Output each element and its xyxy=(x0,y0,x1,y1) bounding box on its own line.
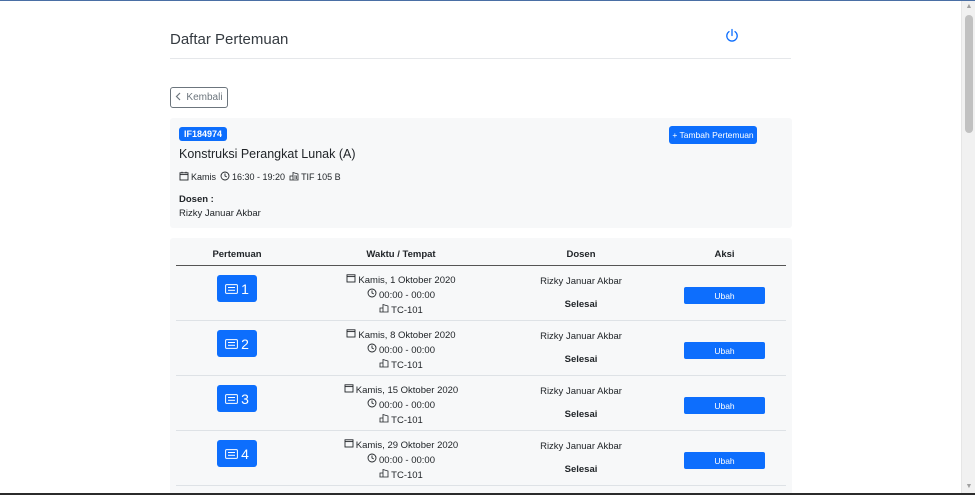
scrollbar-thumb[interactable] xyxy=(965,15,973,133)
meeting-room: TC-101 xyxy=(391,359,423,371)
scroll-down-arrow-icon[interactable]: ▼ xyxy=(965,483,973,491)
edit-button[interactable]: Ubah xyxy=(684,452,765,469)
building-icon xyxy=(379,358,389,373)
page-header: Daftar Pertemuan xyxy=(170,23,791,59)
meeting-lecturer: Rizky Januar Akbar xyxy=(540,276,622,287)
back-button[interactable]: Kembali xyxy=(170,87,228,108)
meeting-date: Kamis, 29 Oktober 2020 xyxy=(355,439,459,451)
edit-button[interactable]: Ubah xyxy=(684,397,765,414)
meeting-status: Selesai xyxy=(564,354,598,365)
building-icon xyxy=(289,171,299,183)
meeting-date: Kamis, 8 Oktober 2020 xyxy=(358,329,456,341)
column-header-time-place: Waktu / Tempat xyxy=(366,249,436,260)
lecturer-name: Rizky Januar Akbar xyxy=(179,208,261,219)
edit-button[interactable]: Ubah xyxy=(684,342,765,359)
column-header-action: Aksi xyxy=(714,249,735,260)
column-header-meeting: Pertemuan xyxy=(212,249,262,260)
back-button-label: Kembali xyxy=(186,92,223,103)
meeting-room: TC-101 xyxy=(391,414,423,426)
table-row: 1 Kamis, 1 Oktober 2020 00:00 - 00:00 TC… xyxy=(176,266,786,321)
table-row: 4 Kamis, 29 Oktober 2020 00:00 - 00:00 T… xyxy=(176,431,786,486)
meeting-lecturer: Rizky Januar Akbar xyxy=(540,331,622,342)
meeting-time: 00:00 - 00:00 xyxy=(379,344,435,356)
meeting-lecturer: Rizky Januar Akbar xyxy=(540,386,622,397)
clock-icon xyxy=(220,171,230,183)
meeting-button[interactable]: 1 xyxy=(217,275,257,302)
meeting-number: 3 xyxy=(241,390,249,407)
page-title: Daftar Pertemuan xyxy=(170,31,289,48)
meeting-button[interactable]: 2 xyxy=(217,330,257,357)
meeting-time: 00:00 - 00:00 xyxy=(379,399,435,411)
card-list-icon xyxy=(225,446,238,462)
add-meeting-button[interactable]: + Tambah Pertemuan xyxy=(669,126,757,144)
building-icon xyxy=(379,413,389,428)
chevron-left-icon xyxy=(175,92,182,104)
scroll-up-arrow-icon[interactable]: ▲ xyxy=(965,3,973,11)
course-name: Konstruksi Perangkat Lunak (A) xyxy=(179,147,356,161)
calendar-icon xyxy=(346,273,356,288)
calendar-icon xyxy=(179,171,189,183)
vertical-scrollbar[interactable]: ▲ ▼ xyxy=(961,1,975,493)
building-icon xyxy=(379,468,389,483)
meeting-number: 1 xyxy=(241,280,249,297)
meeting-button[interactable]: 4 xyxy=(217,440,257,467)
meeting-status: Selesai xyxy=(564,409,598,420)
course-info-card: IF184974 + Tambah Pertemuan Konstruksi P… xyxy=(170,118,792,228)
meeting-number: 4 xyxy=(241,445,249,462)
card-list-icon xyxy=(225,336,238,352)
clock-icon xyxy=(367,453,377,468)
lecturer-label: Dosen : xyxy=(179,194,214,205)
building-icon xyxy=(379,303,389,318)
meeting-lecturer: Rizky Januar Akbar xyxy=(540,441,622,452)
course-room: TIF 105 B xyxy=(301,172,341,182)
clock-icon xyxy=(367,398,377,413)
meeting-number: 2 xyxy=(241,335,249,352)
column-header-lecturer: Dosen xyxy=(566,249,596,260)
meeting-status: Selesai xyxy=(564,464,598,475)
meeting-time: 00:00 - 00:00 xyxy=(379,454,435,466)
meeting-time: 00:00 - 00:00 xyxy=(379,289,435,301)
meeting-room: TC-101 xyxy=(391,469,423,481)
card-list-icon xyxy=(225,281,238,297)
page: Daftar Pertemuan Kembali IF184974 + Tamb… xyxy=(0,1,961,493)
card-list-icon xyxy=(225,391,238,407)
meeting-time-place: Kamis, 29 Oktober 2020 00:00 - 00:00 TC-… xyxy=(326,438,476,483)
meeting-date: Kamis, 15 Oktober 2020 xyxy=(355,384,459,396)
clock-icon xyxy=(367,288,377,303)
meeting-time-place: Kamis, 8 Oktober 2020 00:00 - 00:00 TC-1… xyxy=(326,328,476,373)
table-row: 3 Kamis, 15 Oktober 2020 00:00 - 00:00 T… xyxy=(176,376,786,431)
meeting-status: Selesai xyxy=(564,299,598,310)
calendar-icon xyxy=(344,438,354,453)
meeting-time-place: Kamis, 1 Oktober 2020 00:00 - 00:00 TC-1… xyxy=(326,273,476,318)
table-row: 2 Kamis, 8 Oktober 2020 00:00 - 00:00 TC… xyxy=(176,321,786,376)
table-header: Pertemuan Waktu / Tempat Dosen Aksi xyxy=(176,238,786,266)
meeting-date: Kamis, 1 Oktober 2020 xyxy=(358,274,456,286)
power-icon[interactable] xyxy=(724,28,740,44)
meetings-table: Pertemuan Waktu / Tempat Dosen Aksi 1 Ka… xyxy=(170,238,792,493)
meeting-room: TC-101 xyxy=(391,304,423,316)
meeting-button[interactable]: 3 xyxy=(217,385,257,412)
course-schedule: Kamis 16:30 - 19:20 TIF 105 B xyxy=(179,171,341,183)
calendar-icon xyxy=(344,383,354,398)
course-code-badge: IF184974 xyxy=(179,127,228,141)
meeting-time-place: Kamis, 15 Oktober 2020 00:00 - 00:00 TC-… xyxy=(326,383,476,428)
course-time: 16:30 - 19:20 xyxy=(232,172,286,182)
edit-button[interactable]: Ubah xyxy=(684,287,765,304)
clock-icon xyxy=(367,343,377,358)
calendar-icon xyxy=(346,328,356,343)
course-day: Kamis xyxy=(191,172,217,182)
